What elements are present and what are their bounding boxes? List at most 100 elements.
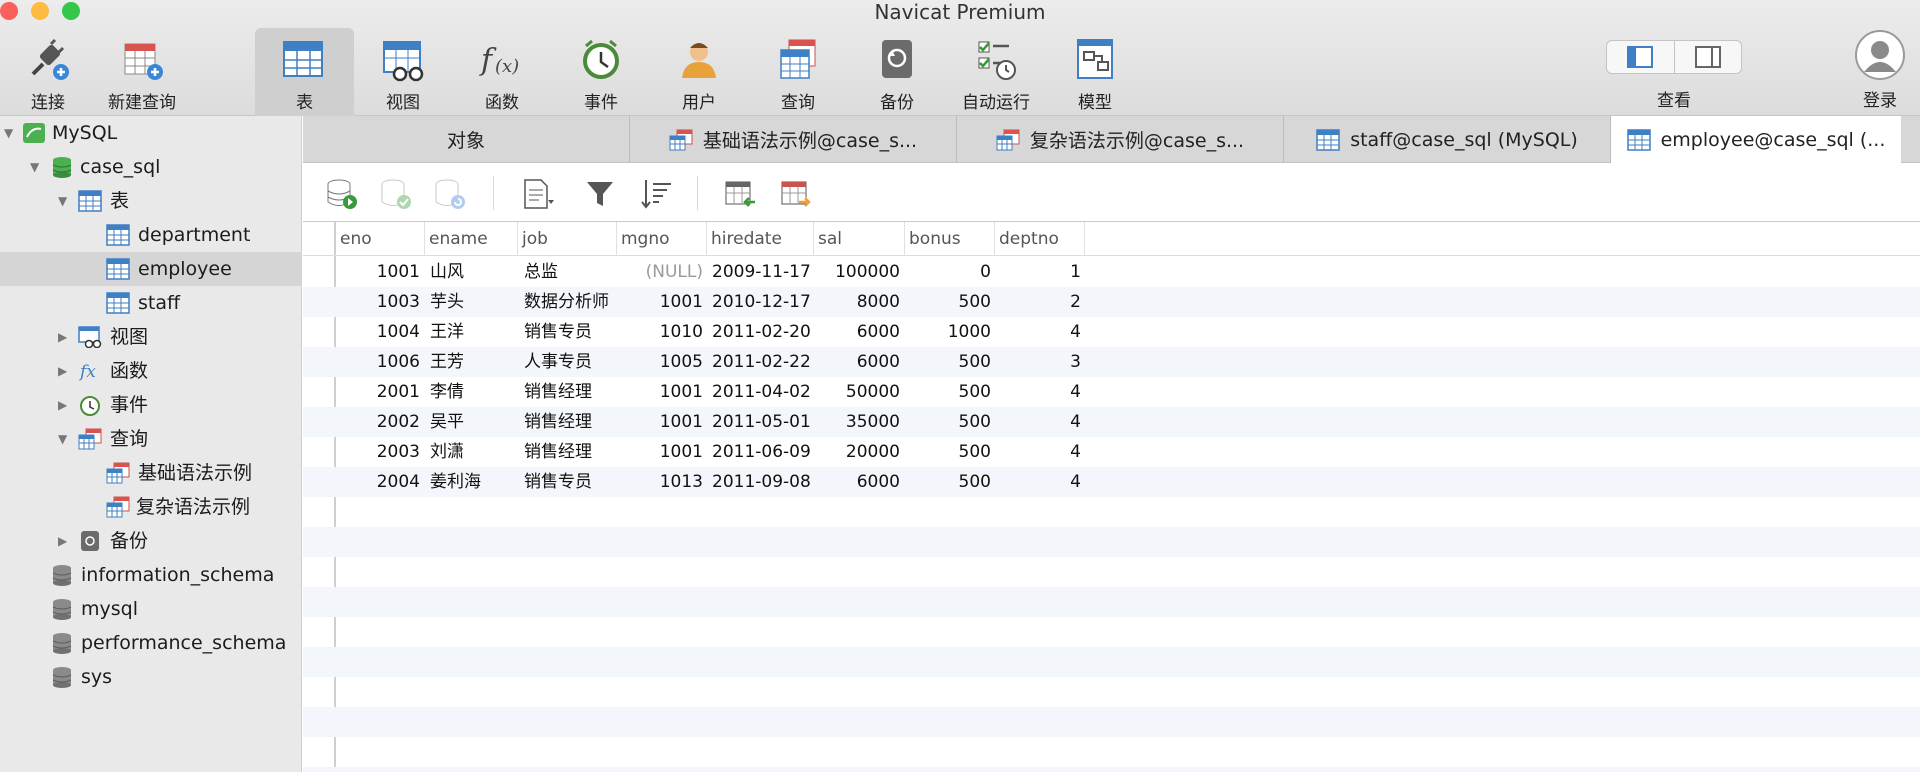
tree-node-table-staff[interactable]: staff — [0, 286, 302, 320]
disclosure-collapsed-icon[interactable]: ▶ — [58, 524, 67, 558]
cell-hiredate[interactable]: 2011-06-09 — [712, 437, 812, 467]
cell-hiredate[interactable]: 2011-04-02 — [712, 377, 812, 407]
cell-deptno[interactable]: 4 — [995, 317, 1081, 347]
cell-job[interactable]: 销售经理 — [524, 437, 617, 467]
cell-job[interactable]: 销售专员 — [524, 467, 617, 497]
cell-mgno[interactable]: 1005 — [617, 347, 703, 377]
cell-hiredate[interactable]: 2010-12-17 — [712, 287, 812, 317]
toolbar-automation-button[interactable]: 自动运行 — [948, 30, 1044, 114]
filter-icon[interactable] — [583, 178, 617, 210]
column-header-bonus[interactable]: bonus — [905, 222, 995, 256]
tree-node-database-sys[interactable]: sys — [0, 660, 302, 694]
cell-hiredate[interactable]: 2011-02-20 — [712, 317, 812, 347]
cell-ename[interactable]: 吴平 — [430, 407, 518, 437]
column-header-sal[interactable]: sal — [814, 222, 905, 256]
column-header-ename[interactable]: ename — [425, 222, 518, 256]
table-row[interactable]: 1003 芋头 数据分析师 1001 2010-12-17 8000 500 2 — [303, 287, 1920, 317]
column-header-hiredate[interactable]: hiredate — [707, 222, 814, 256]
toolbar-new-query-button[interactable]: 新建查询 — [94, 30, 190, 114]
cell-deptno[interactable]: 4 — [995, 437, 1081, 467]
cell-sal[interactable]: 35000 — [814, 407, 900, 437]
cell-sal[interactable]: 100000 — [814, 257, 900, 287]
cell-job[interactable]: 数据分析师 — [524, 287, 617, 317]
tab-objects[interactable]: 对象 — [303, 116, 630, 163]
cell-bonus[interactable]: 500 — [905, 407, 991, 437]
cell-mgno[interactable]: 1001 — [617, 287, 703, 317]
cell-job[interactable]: 人事专员 — [524, 347, 617, 377]
commit-icon[interactable] — [379, 178, 413, 210]
disclosure-collapsed-icon[interactable]: ▶ — [58, 320, 67, 354]
cell-eno[interactable]: 1006 — [336, 347, 420, 377]
cell-deptno[interactable]: 4 — [995, 377, 1081, 407]
cell-eno[interactable]: 1003 — [336, 287, 420, 317]
cell-bonus[interactable]: 500 — [905, 467, 991, 497]
cell-mgno[interactable]: 1013 — [617, 467, 703, 497]
tree-node-database[interactable]: ▼ case_sql — [0, 150, 302, 184]
cell-bonus[interactable]: 1000 — [905, 317, 991, 347]
table-row[interactable]: 1006 王芳 人事专员 1005 2011-02-22 6000 500 3 — [303, 347, 1920, 377]
toolbar-model-button[interactable]: 模型 — [1047, 30, 1143, 114]
tree-node-query-basic[interactable]: 基础语法示例 — [0, 456, 302, 490]
tab-query-complex[interactable]: 复杂语法示例@case_s... — [957, 116, 1284, 163]
column-header-deptno[interactable]: deptno — [995, 222, 1085, 256]
cell-hiredate[interactable]: 2009-11-17 — [712, 257, 812, 287]
disclosure-expanded-icon[interactable]: ▼ — [58, 422, 67, 456]
table-row[interactable]: 2004 姜利海 销售专员 1013 2011-09-08 6000 500 4 — [303, 467, 1920, 497]
cell-job[interactable]: 销售经理 — [524, 407, 617, 437]
show-right-panel-button[interactable] — [1673, 41, 1742, 73]
cell-eno[interactable]: 1004 — [336, 317, 420, 347]
cell-ename[interactable]: 王芳 — [430, 347, 518, 377]
tree-node-database-information-schema[interactable]: information_schema — [0, 558, 302, 592]
cell-mgno[interactable]: 1010 — [617, 317, 703, 347]
cell-mgno[interactable]: (NULL) — [617, 257, 703, 287]
cell-deptno[interactable]: 2 — [995, 287, 1081, 317]
cell-mgno[interactable]: 1001 — [617, 437, 703, 467]
rollback-icon[interactable] — [433, 178, 467, 210]
cell-ename[interactable]: 刘潇 — [430, 437, 518, 467]
table-row[interactable]: 1001 山风 总监 (NULL) 2009-11-17 100000 0 1 — [303, 257, 1920, 287]
export-icon[interactable] — [779, 178, 813, 210]
toolbar-backup-button[interactable]: 备份 — [849, 30, 945, 114]
cell-hiredate[interactable]: 2011-09-08 — [712, 467, 812, 497]
table-row[interactable]: 2003 刘潇 销售经理 1001 2011-06-09 20000 500 4 — [303, 437, 1920, 467]
toolbar-connect-button[interactable]: 连接 — [0, 30, 96, 114]
tree-node-events-group[interactable]: ▶ 事件 — [0, 388, 302, 422]
disclosure-expanded-icon[interactable]: ▼ — [30, 150, 39, 184]
tree-node-table-department[interactable]: department — [0, 218, 302, 252]
toolbar-function-button[interactable]: f (x) 函数 — [454, 30, 550, 114]
cell-sal[interactable]: 8000 — [814, 287, 900, 317]
cell-ename[interactable]: 山风 — [430, 257, 518, 287]
cell-eno[interactable]: 2003 — [336, 437, 420, 467]
cell-bonus[interactable]: 500 — [905, 287, 991, 317]
table-row[interactable]: 2002 吴平 销售经理 1001 2011-05-01 35000 500 4 — [303, 407, 1920, 437]
cell-deptno[interactable]: 4 — [995, 467, 1081, 497]
cell-job[interactable]: 销售经理 — [524, 377, 617, 407]
cell-ename[interactable]: 姜利海 — [430, 467, 518, 497]
cell-job[interactable]: 总监 — [524, 257, 617, 287]
cell-eno[interactable]: 1001 — [336, 257, 420, 287]
cell-deptno[interactable]: 1 — [995, 257, 1081, 287]
toolbar-table-button[interactable]: 表 — [255, 28, 354, 116]
cell-job[interactable]: 销售专员 — [524, 317, 617, 347]
cell-deptno[interactable]: 3 — [995, 347, 1081, 377]
cell-bonus[interactable]: 0 — [905, 257, 991, 287]
cell-sal[interactable]: 20000 — [814, 437, 900, 467]
show-left-panel-button[interactable] — [1607, 41, 1674, 73]
tab-query-basic[interactable]: 基础语法示例@case_s... — [630, 116, 957, 163]
cell-sal[interactable]: 6000 — [814, 317, 900, 347]
toolbar-query-button[interactable]: 查询 — [750, 30, 846, 114]
cell-mgno[interactable]: 1001 — [617, 377, 703, 407]
tree-node-query-complex[interactable]: 复杂语法示例 — [0, 490, 302, 524]
column-header-mgno[interactable]: mgno — [617, 222, 707, 256]
text-view-icon[interactable] — [521, 178, 555, 210]
disclosure-expanded-icon[interactable]: ▼ — [4, 116, 13, 150]
tree-node-tables-group[interactable]: ▼ 表 — [0, 184, 302, 218]
tree-node-database-performance-schema[interactable]: performance_schema — [0, 626, 302, 660]
tree-node-views-group[interactable]: ▶ 视图 — [0, 320, 302, 354]
login-button[interactable] — [1855, 30, 1905, 80]
disclosure-collapsed-icon[interactable]: ▶ — [58, 354, 67, 388]
cell-deptno[interactable]: 4 — [995, 407, 1081, 437]
cell-sal[interactable]: 6000 — [814, 467, 900, 497]
toolbar-view-button[interactable]: 视图 — [355, 30, 451, 114]
tree-node-database-mysql[interactable]: mysql — [0, 592, 302, 626]
